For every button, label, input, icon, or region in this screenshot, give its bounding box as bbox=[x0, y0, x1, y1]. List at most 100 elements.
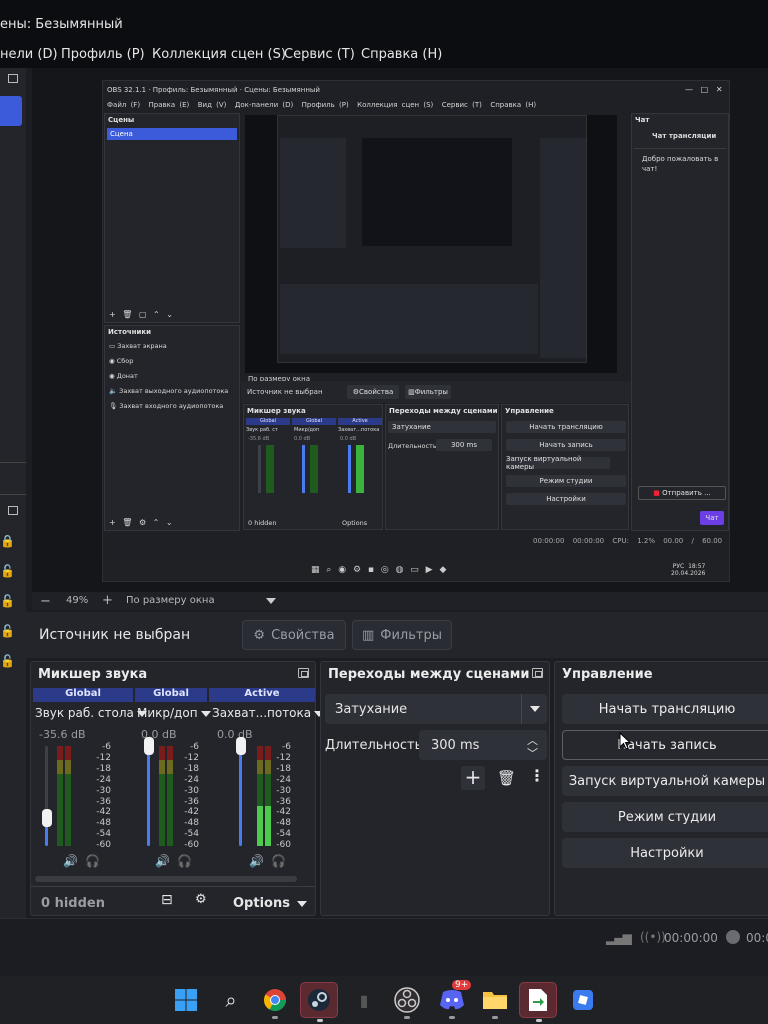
nested-source-item[interactable]: ▭ Захват экрана bbox=[109, 342, 167, 350]
nested-source-toolbar[interactable]: + 🗑 ⚙ ⌃ ⌄ bbox=[109, 518, 173, 527]
chevron-down-icon[interactable] bbox=[266, 598, 276, 604]
transitions-title: Переходы между сценами bbox=[328, 667, 530, 682]
headphones-icon[interactable]: 🎧 bbox=[177, 854, 192, 868]
volume-fader-knob[interactable] bbox=[235, 737, 246, 755]
transition-select[interactable]: Затухание bbox=[325, 694, 547, 724]
game-icon[interactable]: ▮ bbox=[350, 986, 378, 1014]
nested-properties-button[interactable]: ⚙ Свойства bbox=[347, 385, 399, 399]
duration-input[interactable]: 300 ms ︿ ﹀ bbox=[419, 730, 547, 760]
mixer-channel-name[interactable]: Захват...потока bbox=[212, 706, 325, 720]
unlock-icon[interactable]: 🔓 bbox=[0, 564, 15, 578]
nested-mixer-name[interactable]: Микр/доп bbox=[294, 427, 319, 433]
nested-fader[interactable] bbox=[302, 445, 305, 493]
trash-icon[interactable]: 🗑 bbox=[497, 769, 516, 787]
start-recording-button[interactable]: Начать запись bbox=[562, 730, 768, 760]
speaker-icon[interactable]: 🔊 bbox=[63, 854, 78, 868]
nested-fader[interactable] bbox=[348, 445, 351, 493]
start-icon[interactable] bbox=[172, 986, 200, 1014]
nested-scene-toolbar[interactable]: + 🗑 ▢ ⌃ ⌄ bbox=[109, 310, 173, 319]
nested-fader[interactable] bbox=[258, 445, 261, 493]
nested-menu-item[interactable]: Справка (H) bbox=[490, 101, 536, 109]
discord-icon[interactable]: 9+ bbox=[438, 980, 472, 1019]
zoom-in-button[interactable]: + bbox=[102, 593, 113, 608]
nested-menu-item[interactable]: Док-панели (D) bbox=[235, 101, 293, 109]
virtual-camera-button[interactable]: Запуск виртуальной камеры bbox=[562, 766, 768, 796]
chevron-down-icon[interactable]: ﹀ bbox=[527, 745, 538, 761]
status-bar: ▂▄▆ ((•)) 00:00:00 00:0 bbox=[0, 918, 768, 954]
headphones-icon[interactable]: 🎧 bbox=[85, 854, 100, 868]
nested-chat-send[interactable]: ■ Отправить ... bbox=[638, 486, 726, 500]
float-icon[interactable] bbox=[532, 668, 543, 678]
nested-menu-item[interactable]: Файл (F) bbox=[107, 101, 140, 109]
float-icon[interactable] bbox=[298, 668, 309, 678]
app-icon[interactable] bbox=[519, 982, 557, 1022]
zoom-fit-select[interactable]: По размеру окна bbox=[126, 595, 215, 606]
advanced-settings-icon[interactable]: ⚙ bbox=[195, 892, 207, 907]
speaker-icon[interactable]: 🔊 bbox=[155, 854, 170, 868]
explorer-icon[interactable] bbox=[481, 986, 509, 1019]
nested-source-item[interactable]: ◉ Сбор bbox=[109, 357, 133, 365]
nested-start-stream-button[interactable]: Начать трансляцию bbox=[506, 421, 626, 433]
nested-meter bbox=[356, 445, 364, 493]
nested-transition-select[interactable]: Затухание bbox=[388, 421, 496, 433]
unlock-icon[interactable]: 🔓 bbox=[0, 624, 15, 638]
scene-item-selected[interactable] bbox=[0, 96, 22, 126]
nested-window-controls[interactable]: — □ ✕ bbox=[685, 85, 723, 94]
steam-icon[interactable] bbox=[300, 982, 338, 1022]
volume-fader-knob[interactable] bbox=[41, 809, 52, 827]
properties-button[interactable]: ⚙ Свойства bbox=[242, 620, 346, 650]
nested-source-item[interactable]: 🔈 Захват выходного аудиопотока bbox=[109, 387, 228, 395]
nested-menu-item[interactable]: Сервис (T) bbox=[442, 101, 482, 109]
nested-filters-button[interactable]: ▥ Фильтры bbox=[405, 385, 451, 399]
nested-virtualcam-button[interactable]: Запуск виртуальной камеры bbox=[506, 455, 610, 471]
speaker-icon[interactable]: 🔊 bbox=[249, 854, 264, 868]
chrome-icon[interactable] bbox=[261, 986, 289, 1019]
nested-menu-item[interactable]: Профиль (P) bbox=[302, 101, 349, 109]
options-menu[interactable]: Options bbox=[233, 896, 308, 911]
mixer-channel-name[interactable]: Микр/доп bbox=[137, 706, 211, 720]
mixer-scrollbar[interactable] bbox=[35, 876, 297, 882]
zoom-out-button[interactable]: − bbox=[40, 594, 51, 609]
nested-chat-button[interactable]: Чат bbox=[700, 511, 724, 525]
menu-tools[interactable]: Сервис (T) bbox=[284, 47, 355, 62]
lock-icon[interactable]: 🔒 bbox=[0, 534, 15, 548]
more-icon[interactable]: ⋮ bbox=[529, 766, 545, 785]
nested-scene-item[interactable]: Сцена bbox=[107, 128, 237, 140]
unlock-icon[interactable]: 🔓 bbox=[0, 594, 15, 608]
filters-button[interactable]: ▥ Фильтры bbox=[352, 620, 452, 650]
volume-fader-knob[interactable] bbox=[143, 737, 154, 755]
zoom-level: 49% bbox=[66, 595, 89, 606]
add-transition-button[interactable]: + bbox=[461, 766, 485, 790]
menu-scene-collection[interactable]: Коллекция сцен (S) bbox=[152, 47, 286, 62]
layout-icon[interactable]: ⊟ bbox=[161, 892, 173, 908]
chevron-down-icon bbox=[200, 710, 211, 717]
nested-source-item[interactable]: 🎙 Захват входного аудиопотока bbox=[109, 402, 223, 410]
start-stream-button[interactable]: Начать трансляцию bbox=[562, 694, 768, 724]
divider bbox=[31, 886, 315, 887]
float-icon[interactable] bbox=[8, 74, 18, 83]
nested-options[interactable]: Options bbox=[342, 519, 367, 527]
nested-menu-item[interactable]: Вид (V) bbox=[198, 101, 227, 109]
nested-taskbar-icons[interactable]: ▦ ⌕ ◉ ⚙ ▪ ◎ ◍ ▭ ▶ ◆ bbox=[311, 565, 511, 577]
menu-docks[interactable]: нели (D) bbox=[0, 47, 58, 62]
nested-menu-item[interactable]: Правка (E) bbox=[149, 101, 190, 109]
roblox-icon[interactable] bbox=[569, 986, 597, 1014]
nested-settings-button[interactable]: Настройки bbox=[506, 493, 626, 505]
studio-mode-button[interactable]: Режим студии bbox=[562, 802, 768, 832]
nested-mixer-name[interactable]: Захват...потока bbox=[338, 427, 379, 433]
nested-menu-item[interactable]: Коллекция сцен (S) bbox=[357, 101, 433, 109]
unlock-icon[interactable]: 🔓 bbox=[0, 654, 15, 668]
nested-mixer-name[interactable]: Звук раб. ст bbox=[246, 427, 278, 433]
nested-studio-mode-button[interactable]: Режим студии bbox=[506, 475, 626, 487]
nested-duration-input[interactable]: 300 ms bbox=[436, 439, 492, 451]
nested-source-item[interactable]: ◉ Донат bbox=[109, 372, 138, 380]
search-icon[interactable]: ⌕ bbox=[217, 986, 245, 1014]
settings-button[interactable]: Настройки bbox=[562, 838, 768, 868]
menu-profile[interactable]: Профиль (P) bbox=[61, 47, 145, 62]
nested-start-record-button[interactable]: Начать запись bbox=[506, 439, 626, 451]
headphones-icon[interactable]: 🎧 bbox=[271, 854, 286, 868]
obs-icon[interactable] bbox=[393, 986, 421, 1019]
float-icon[interactable] bbox=[8, 506, 18, 515]
mixer-channel-name[interactable]: Звук раб. стола bbox=[35, 706, 147, 720]
menu-help[interactable]: Справка (H) bbox=[361, 47, 442, 62]
